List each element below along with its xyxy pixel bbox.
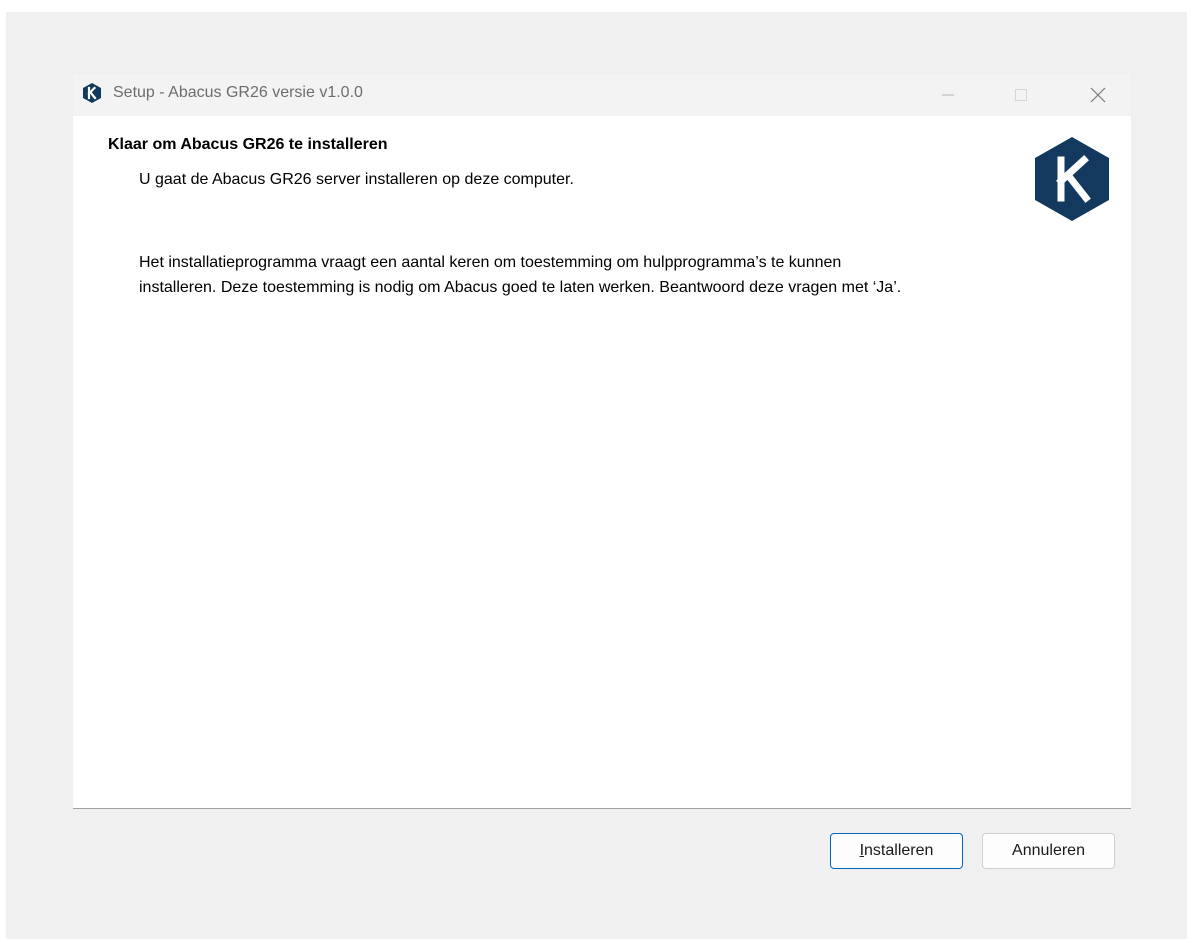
close-icon <box>1090 87 1106 103</box>
wizard-page: Klaar om Abacus GR26 te installeren U ga… <box>73 116 1131 808</box>
footer-divider <box>73 808 1131 809</box>
page-subtitle: U gaat de Abacus GR26 server installeren… <box>139 171 574 188</box>
close-button[interactable] <box>1075 74 1121 116</box>
minimize-button[interactable] <box>925 74 971 116</box>
k-hexagon-logo <box>1035 137 1109 221</box>
page-title: Klaar om Abacus GR26 te installeren <box>108 136 388 153</box>
install-button[interactable]: Installeren <box>830 833 963 869</box>
install-label: nstalleren <box>864 842 934 859</box>
maximize-button[interactable] <box>998 74 1044 116</box>
info-line-2: installeren. Deze toestemming is nodig o… <box>139 279 902 296</box>
info-line-1: Het installatieprogramma vraagt een aant… <box>139 254 842 271</box>
setup-window: Setup - Abacus GR26 versie v1.0.0 Klaar … <box>73 74 1131 874</box>
k-hexagon-icon <box>83 83 101 103</box>
info-text: Het installatieprogramma vraagt een aant… <box>139 250 1099 300</box>
title-bar[interactable]: Setup - Abacus GR26 versie v1.0.0 <box>73 74 1131 116</box>
window-title: Setup - Abacus GR26 versie v1.0.0 <box>113 84 363 101</box>
cancel-button[interactable]: Annuleren <box>982 833 1115 869</box>
minimize-icon <box>942 94 954 96</box>
maximize-icon <box>1015 89 1027 101</box>
